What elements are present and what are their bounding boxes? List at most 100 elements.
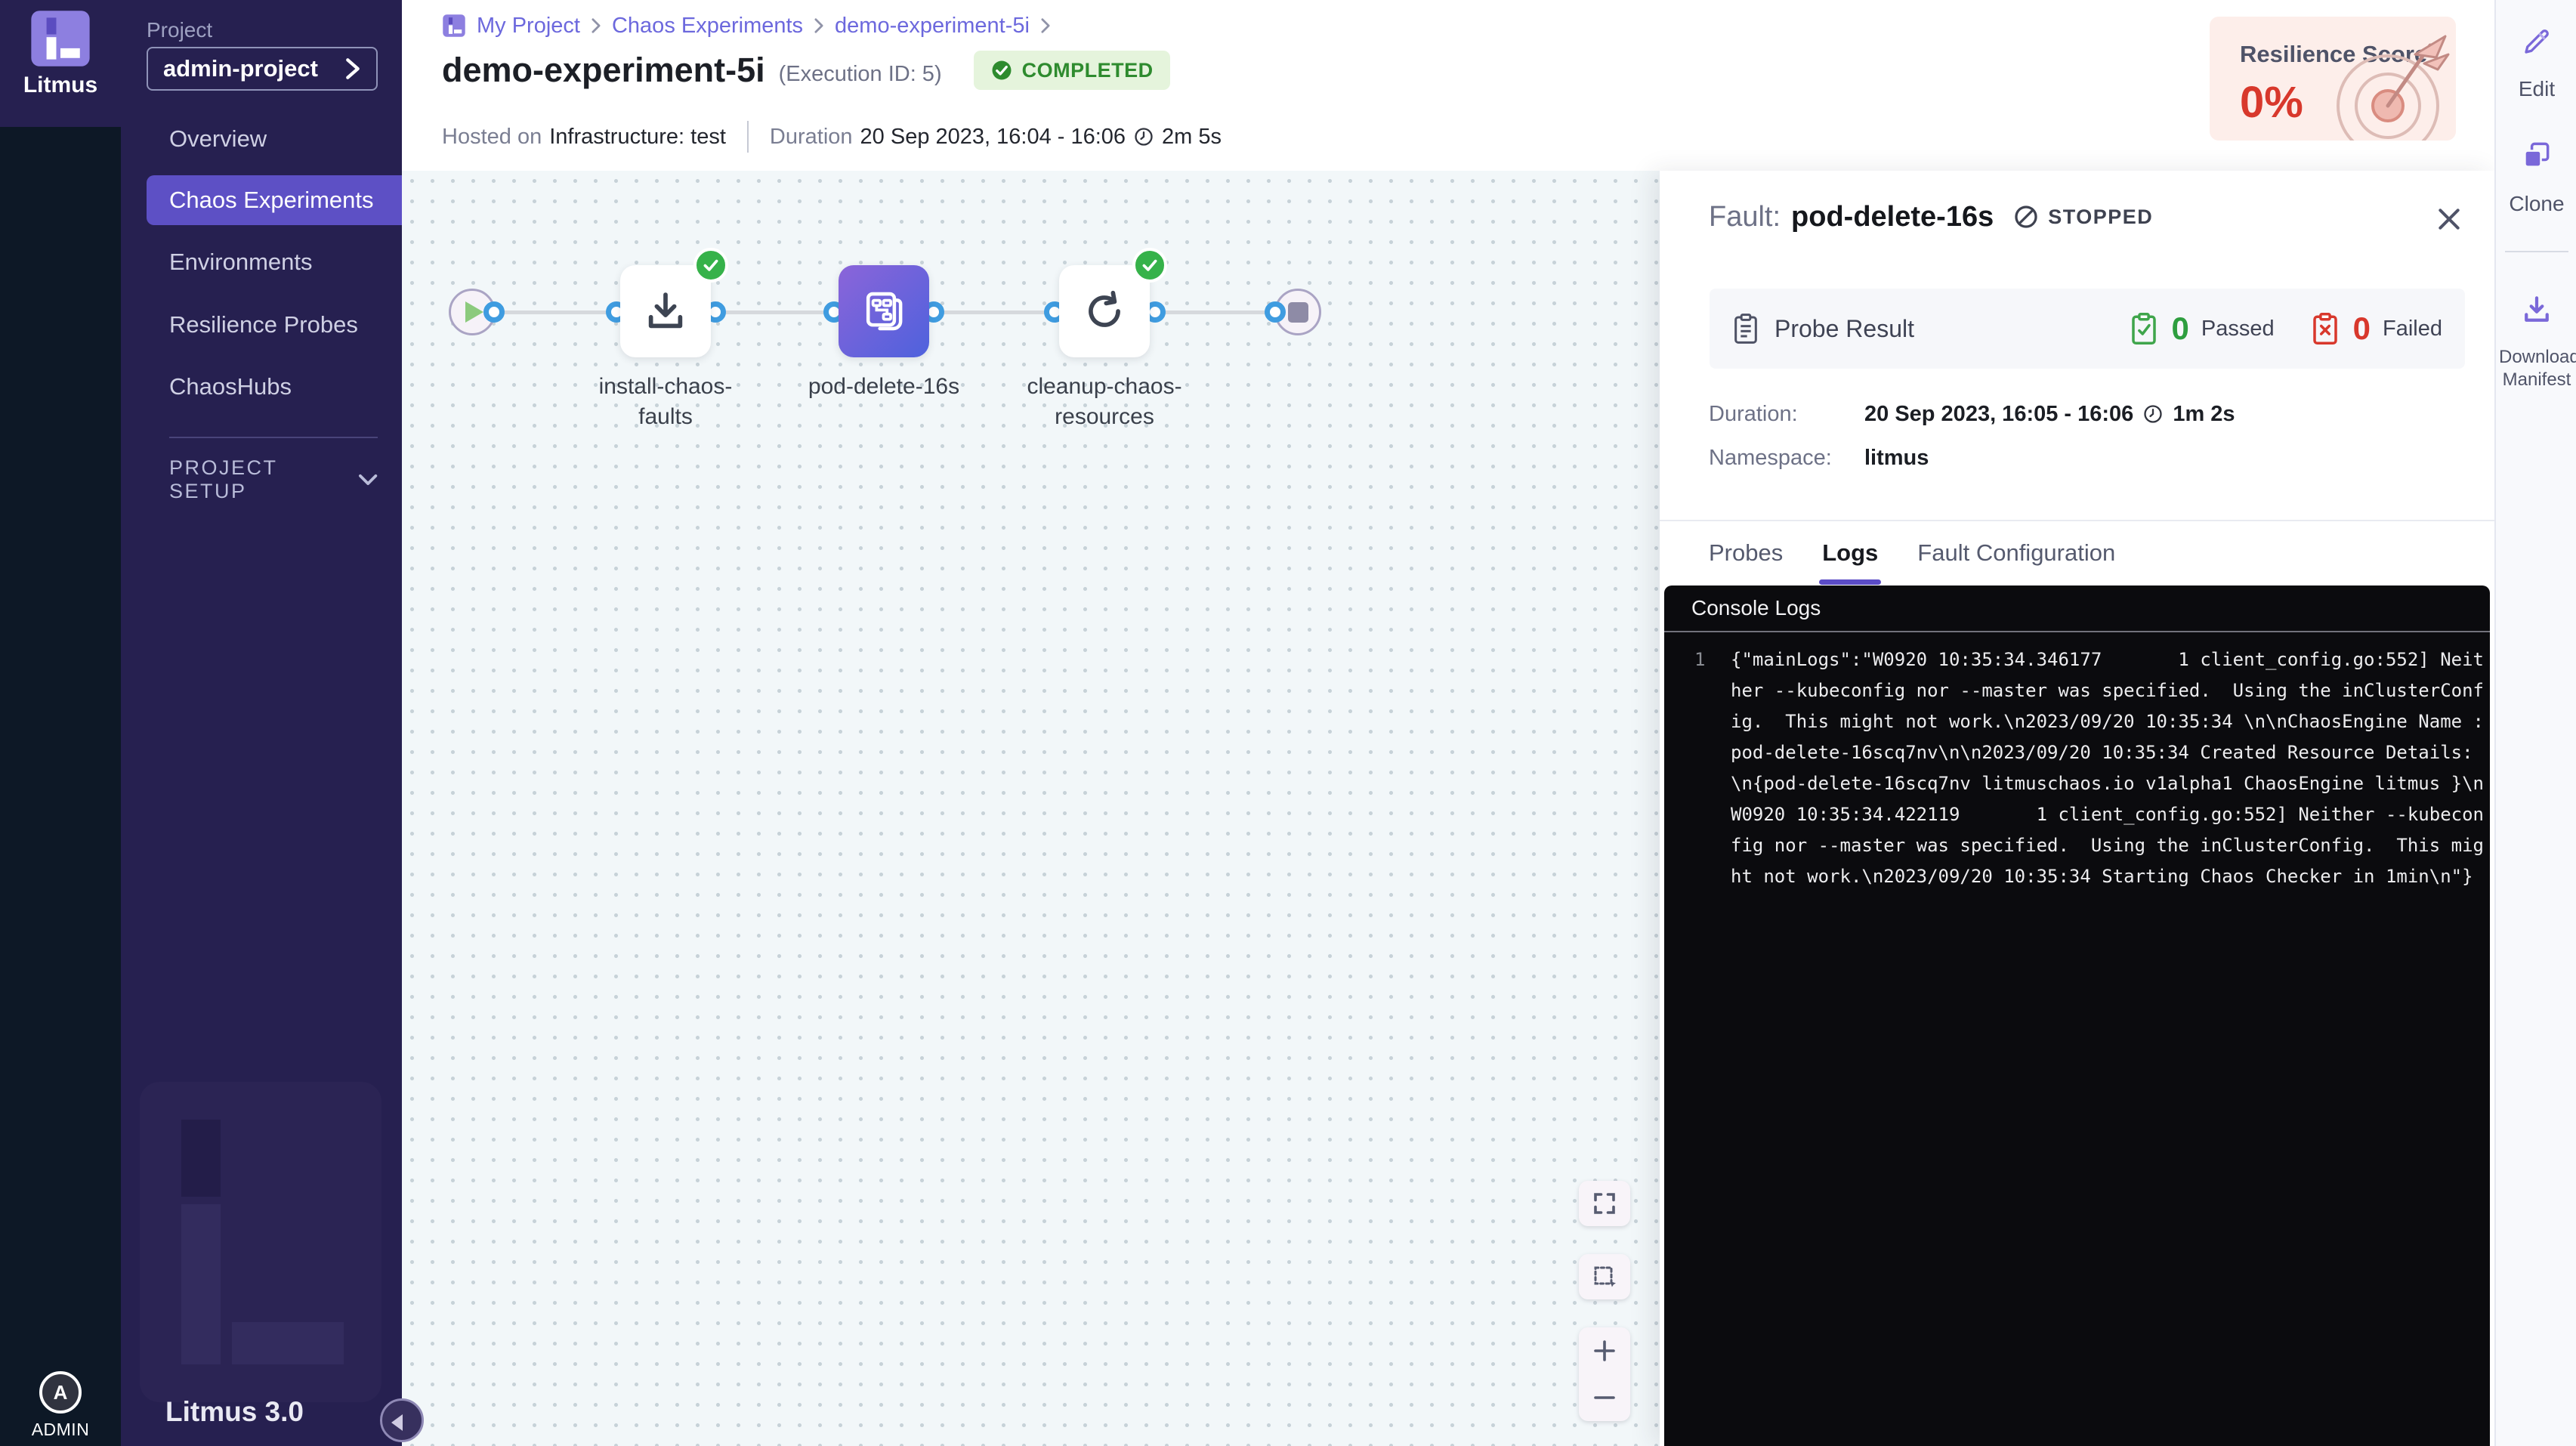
selection-icon: [1591, 1263, 1618, 1290]
play-icon: [465, 301, 483, 323]
breadcrumb-experiment[interactable]: demo-experiment-5i: [835, 14, 1030, 39]
log-text: {"mainLogs":"W0920 10:35:34.346177 1 cli…: [1731, 644, 2485, 892]
failed-label: Failed: [2383, 317, 2442, 341]
console-logs-panel[interactable]: Console Logs 1 {"mainLogs":"W0920 10:35:…: [1664, 586, 2490, 1446]
passed-label: Passed: [2201, 317, 2275, 341]
edge-port: [483, 301, 505, 323]
title-row: demo-experiment-5i (Execution ID: 5) COM…: [442, 47, 1170, 94]
sidebar-item-chaos-experiments[interactable]: Chaos Experiments: [147, 175, 402, 225]
resilience-score-value: 0%: [2240, 77, 2303, 128]
fault-duration-label: Duration:: [1709, 402, 1864, 427]
sidebar-item-overview[interactable]: Overview: [121, 114, 402, 164]
tab-label: Fault Configuration: [1917, 539, 2115, 567]
zoom-out-icon[interactable]: [1591, 1384, 1618, 1411]
version-label: Litmus 3.0: [165, 1396, 304, 1428]
fault-duration-row: Duration: 20 Sep 2023, 16:05 - 16:06 1m …: [1709, 399, 2235, 429]
failed-count: 0: [2353, 311, 2371, 347]
status-badge: COMPLETED: [974, 51, 1170, 90]
selection-mode-button[interactable]: [1579, 1254, 1630, 1299]
fault-details-drawer: Fault: pod-delete-16s STOPPED Pro: [1660, 171, 2494, 1446]
passed-count: 0: [2172, 311, 2189, 347]
download-manifest-button[interactable]: Download Manifest: [2496, 293, 2576, 391]
console-logs-header: Console Logs: [1664, 586, 2490, 632]
fault-namespace-label: Namespace:: [1709, 446, 1864, 471]
clipboard-icon: [1731, 312, 1761, 345]
brand-name: Litmus: [23, 73, 97, 98]
sidebar: Project admin-project Overview Chaos Exp…: [121, 0, 402, 1446]
project-select-value: admin-project: [163, 55, 318, 82]
edit-button[interactable]: Edit: [2496, 26, 2576, 101]
sidebar-collapse-toggle[interactable]: [380, 1398, 424, 1442]
fault-label: Fault:: [1709, 201, 1781, 233]
chevron-right-icon: [814, 17, 824, 34]
passed-clipboard-icon: [2128, 311, 2160, 346]
sidebar-divider: [169, 437, 378, 438]
edit-label: Edit: [2519, 77, 2555, 101]
sync-icon: [1081, 288, 1128, 335]
sidebar-item-chaoshubs[interactable]: ChaosHubs: [121, 362, 402, 412]
tab-label: Probes: [1709, 539, 1783, 567]
fullscreen-icon: [1591, 1190, 1618, 1217]
action-rail: Edit Clone Download Manifest: [2494, 0, 2576, 1446]
tab-probes[interactable]: Probes: [1709, 521, 1783, 585]
log-line-number: 1: [1694, 644, 1713, 892]
page-title: demo-experiment-5i: [442, 51, 765, 90]
resilience-score-card: Resilience Score 0%: [2210, 17, 2456, 141]
project-label: Project: [147, 18, 212, 42]
subtitle-row: Hosted on Infrastructure: test Duration …: [442, 121, 1222, 153]
experiment-icon: [860, 287, 908, 335]
avatar[interactable]: A: [39, 1371, 82, 1414]
breadcrumb-my-project[interactable]: My Project: [477, 14, 580, 39]
duration-elapsed: 2m 5s: [1162, 125, 1222, 150]
sidebar-item-label: Resilience Probes: [169, 311, 358, 338]
fault-name: pod-delete-16s: [1791, 201, 1994, 233]
hosted-on-label: Hosted on: [442, 125, 542, 150]
tab-logs[interactable]: Logs: [1822, 521, 1878, 585]
chevron-right-icon: [1040, 17, 1051, 34]
litmus-logo[interactable]: Litmus: [0, 0, 121, 127]
chevron-down-icon: [358, 472, 378, 487]
litmus-mini-logo-icon: [442, 14, 466, 38]
clone-icon: [2520, 139, 2553, 172]
fit-view-button[interactable]: [1579, 1181, 1630, 1226]
zoom-controls[interactable]: [1579, 1327, 1630, 1421]
close-drawer-button[interactable]: [2434, 204, 2464, 234]
sidebar-item-label: Chaos Experiments: [169, 187, 374, 214]
node-label: cleanup-chaos-resources: [1021, 372, 1188, 432]
chevron-right-icon: [344, 57, 361, 80]
project-setup-label: PROJECT SETUP: [169, 456, 338, 503]
sidebar-item-resilience-probes[interactable]: Resilience Probes: [121, 300, 402, 350]
edit-pencil-icon: [2521, 26, 2553, 57]
fault-status-label: STOPPED: [2048, 205, 2153, 229]
probe-result-summary: Probe Result 0 Passed 0 Failed: [1710, 289, 2465, 369]
stopped-icon: [2013, 204, 2039, 230]
clone-button[interactable]: Clone: [2496, 139, 2576, 216]
duration-value: 20 Sep 2023, 16:04 - 16:06: [860, 125, 1126, 150]
stop-icon: [1288, 302, 1308, 323]
project-setup-toggle[interactable]: PROJECT SETUP: [169, 462, 378, 497]
node-pod-delete[interactable]: [839, 265, 929, 357]
subtitle-divider: [747, 121, 749, 153]
node-cleanup-chaos-resources[interactable]: [1059, 265, 1150, 357]
tab-fault-configuration[interactable]: Fault Configuration: [1917, 521, 2115, 585]
check-circle-icon: [990, 59, 1013, 82]
sidebar-item-environments[interactable]: Environments: [121, 237, 402, 287]
breadcrumb-chaos-experiments[interactable]: Chaos Experiments: [612, 14, 803, 39]
success-check-icon: [693, 248, 728, 283]
node-label: pod-delete-16s: [801, 372, 967, 402]
node-install-chaos-faults[interactable]: [620, 265, 711, 357]
clone-label: Clone: [2509, 192, 2564, 216]
failed-clipboard-icon: [2309, 311, 2341, 346]
zoom-in-icon[interactable]: [1591, 1337, 1618, 1364]
node-label: install-chaos-faults: [582, 372, 749, 432]
project-select[interactable]: admin-project: [147, 47, 378, 91]
litmus-logo-icon: [26, 11, 95, 66]
account-section: A ADMIN: [0, 1371, 121, 1440]
download-icon: [642, 288, 689, 335]
fault-duration-elapsed: 1m 2s: [2173, 402, 2235, 427]
action-rail-divider: [2505, 251, 2568, 252]
chevron-right-icon: [591, 17, 601, 34]
litmus-watermark: [140, 1082, 381, 1402]
duration-label: Duration: [770, 125, 853, 150]
status-badge-label: COMPLETED: [1022, 59, 1154, 82]
